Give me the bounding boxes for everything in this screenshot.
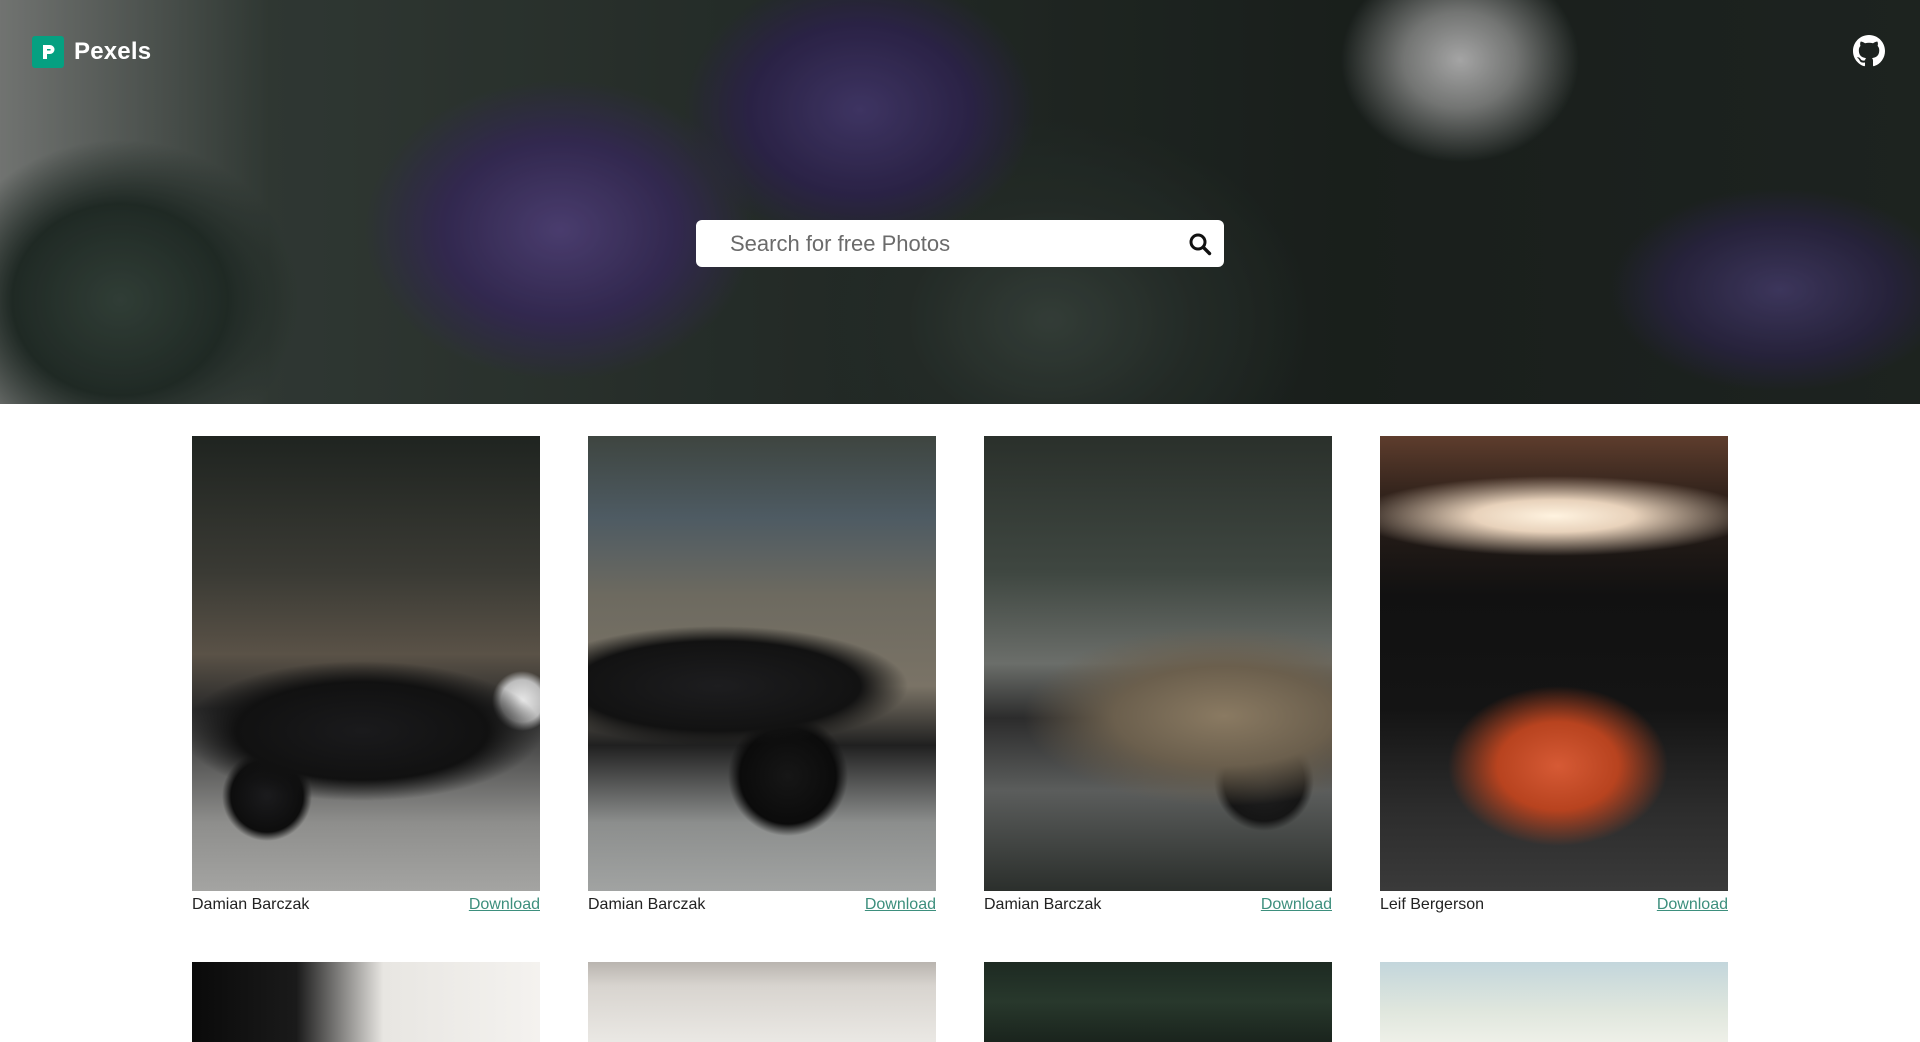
search-button[interactable] (1176, 220, 1224, 267)
photo-card (192, 962, 540, 1042)
photo-image[interactable] (1380, 962, 1728, 1042)
photo-author: Damian Barczak (192, 896, 310, 913)
download-link[interactable]: Download (865, 896, 936, 914)
photo-meta: Damian Barczak Download (192, 893, 540, 917)
pexels-logo-icon (32, 36, 64, 68)
photo-image[interactable] (984, 962, 1332, 1042)
github-icon[interactable] (1852, 34, 1886, 68)
photo-card: Leif Bergerson Download (1380, 436, 1728, 917)
search-bar (696, 220, 1224, 267)
photo-meta: Damian Barczak Download (984, 893, 1332, 917)
search-icon (1189, 233, 1212, 255)
download-link[interactable]: Download (469, 896, 540, 914)
hero-banner: Pexels (0, 0, 1920, 404)
photo-meta: Leif Bergerson Download (1380, 893, 1728, 917)
photo-card: Damian Barczak Download (192, 436, 540, 917)
search-input[interactable] (696, 220, 1176, 267)
photo-image[interactable] (588, 436, 936, 891)
photo-image[interactable] (1380, 436, 1728, 891)
download-link[interactable]: Download (1657, 896, 1728, 914)
photo-author: Leif Bergerson (1380, 896, 1485, 913)
download-link[interactable]: Download (1261, 896, 1332, 914)
photo-author: Damian Barczak (588, 896, 706, 913)
photo-meta: Damian Barczak Download (588, 893, 936, 917)
photo-image[interactable] (588, 962, 936, 1042)
brand[interactable]: Pexels (32, 36, 151, 68)
photo-image[interactable] (192, 436, 540, 891)
photo-grid: Damian Barczak Download Damian Barczak D… (192, 436, 1728, 1042)
photo-author: Damian Barczak (984, 896, 1102, 913)
photo-card (588, 962, 936, 1042)
photo-image[interactable] (984, 436, 1332, 891)
photo-card: Damian Barczak Download (984, 436, 1332, 917)
photo-card: Damian Barczak Download (588, 436, 936, 917)
photo-image[interactable] (192, 962, 540, 1042)
brand-name: Pexels (74, 38, 152, 65)
photo-card (984, 962, 1332, 1042)
photo-card (1380, 962, 1728, 1042)
